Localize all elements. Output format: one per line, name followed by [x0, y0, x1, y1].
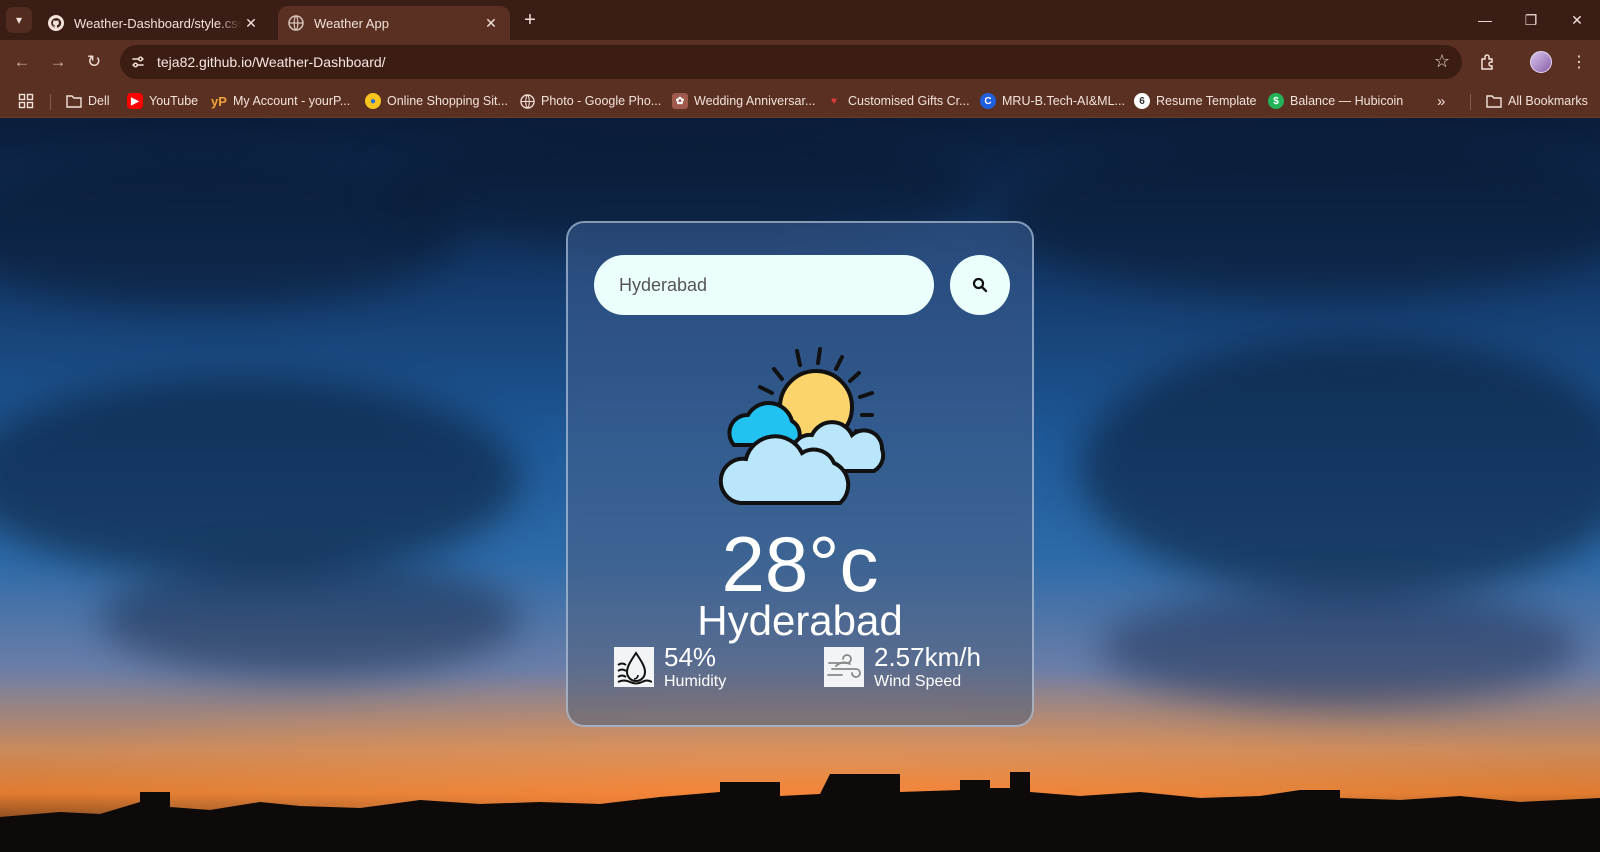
- city-skyline: [0, 772, 1600, 852]
- bookmark-label: Balance — Hubicoin: [1290, 94, 1404, 108]
- bookmark-label: Customised Gifts Cr...: [848, 94, 970, 108]
- wind-icon: [824, 647, 864, 687]
- bookmark-resume[interactable]: 6 Resume Template: [1134, 91, 1257, 111]
- hubicoin-icon: $: [1268, 93, 1284, 109]
- wind-value: 2.57km/h: [874, 642, 981, 672]
- cloud: [100, 558, 520, 678]
- site-info-icon[interactable]: [128, 52, 148, 72]
- forward-button[interactable]: →: [44, 48, 72, 76]
- folder-icon: [1486, 93, 1502, 109]
- cloud: [1100, 588, 1580, 708]
- gift-icon: ♥: [831, 95, 837, 107]
- more-bookmarks-icon[interactable]: »: [1437, 91, 1445, 111]
- bookmark-wedding[interactable]: ✿ Wedding Anniversar...: [672, 91, 815, 111]
- github-icon: [48, 15, 64, 31]
- bookmark-google-photos[interactable]: Photo - Google Pho...: [519, 91, 661, 111]
- bookmark-online-shopping[interactable]: ● Online Shopping Sit...: [365, 91, 508, 111]
- bookmark-label: MRU-B.Tech-AI&ML...: [1002, 94, 1125, 108]
- bookmark-hubicoin[interactable]: $ Balance — Hubicoin: [1268, 91, 1403, 111]
- tab-title: Weather-Dashboard/style.css at: [74, 15, 242, 31]
- bookmark-label: My Account - yourP...: [233, 94, 351, 108]
- bookmark-label: Photo - Google Pho...: [541, 94, 662, 108]
- close-window-button[interactable]: ✕: [1554, 0, 1600, 40]
- browser-toolbar: ← → ↻ teja82.github.io/Weather-Dashboard…: [0, 40, 1600, 84]
- bookmark-youtube[interactable]: ▶ YouTube: [127, 91, 198, 111]
- bookmark-my-account[interactable]: yP My Account - yourP...: [211, 91, 350, 111]
- folder-icon: [66, 93, 82, 109]
- weather-card: 28°c Hyderabad 54% Humidity 2.57km/h Win…: [566, 221, 1034, 727]
- bookmark-custom-gifts[interactable]: ♥ Customised Gifts Cr...: [826, 91, 970, 111]
- apps-icon[interactable]: [18, 91, 34, 111]
- wind-label: Wind Speed: [874, 673, 962, 690]
- new-tab-button[interactable]: +: [518, 8, 542, 32]
- wind-detail: 2.57km/h Wind Speed: [824, 643, 981, 691]
- cloud: [1080, 338, 1600, 598]
- bookmark-mru[interactable]: C MRU-B.Tech-AI&ML...: [980, 91, 1125, 111]
- minimize-button[interactable]: —: [1462, 0, 1508, 40]
- bookmark-star-icon[interactable]: ☆: [1434, 51, 1450, 72]
- humidity-icon: [614, 647, 654, 687]
- tab-weather-app[interactable]: Weather App ✕: [278, 6, 510, 40]
- c-icon: C: [980, 93, 996, 109]
- bookmark-label: Resume Template: [1156, 94, 1257, 108]
- address-bar[interactable]: teja82.github.io/Weather-Dashboard/ ☆: [120, 45, 1462, 79]
- bookmark-label: Online Shopping Sit...: [387, 94, 508, 108]
- reload-button[interactable]: ↻: [80, 48, 108, 76]
- shopping-icon: ●: [365, 93, 381, 109]
- yourpoint-icon: yP: [211, 93, 227, 109]
- partly-cloudy-icon: [718, 347, 886, 505]
- tab-github[interactable]: Weather-Dashboard/style.css at ✕: [38, 6, 270, 40]
- close-tab-icon[interactable]: ✕: [242, 14, 260, 32]
- divider: [1470, 94, 1471, 110]
- gift-icon: ✿: [672, 93, 688, 109]
- all-bookmarks-label: All Bookmarks: [1508, 94, 1588, 108]
- search-button[interactable]: [950, 255, 1010, 315]
- bookmark-label: Dell: [88, 94, 110, 108]
- city-search-input[interactable]: [594, 255, 934, 315]
- city-name: Hyderabad: [697, 597, 903, 644]
- humidity-label: Humidity: [664, 673, 727, 690]
- bookmarks-bar: Dell ▶ YouTube yP My Account - yourP... …: [0, 84, 1600, 118]
- resume-icon: 6: [1134, 93, 1150, 109]
- close-tab-icon[interactable]: ✕: [482, 14, 500, 32]
- humidity-detail: 54% Humidity: [614, 643, 726, 691]
- cloud: [0, 378, 520, 578]
- youtube-icon: ▶: [127, 93, 143, 109]
- profile-avatar[interactable]: [1530, 51, 1552, 73]
- tab-strip: ▾ Weather-Dashboard/style.css at ✕ Weath…: [0, 0, 1600, 40]
- back-button[interactable]: ←: [8, 48, 36, 76]
- menu-icon[interactable]: ⋮: [1565, 48, 1593, 76]
- humidity-value: 54%: [664, 642, 717, 672]
- page-background: 28°c Hyderabad 54% Humidity 2.57km/h Win…: [0, 118, 1600, 852]
- bookmark-label: Wedding Anniversar...: [694, 94, 816, 108]
- url-text: teja82.github.io/Weather-Dashboard/: [157, 54, 386, 70]
- bookmark-dell[interactable]: Dell: [66, 91, 110, 111]
- restore-button[interactable]: ❐: [1508, 0, 1554, 40]
- tab-search-button[interactable]: ▾: [6, 7, 32, 33]
- globe-icon: [288, 15, 304, 31]
- search-icon: [972, 277, 988, 293]
- all-bookmarks[interactable]: All Bookmarks: [1486, 91, 1588, 111]
- tab-title: Weather App: [314, 15, 389, 31]
- globe-icon: [519, 93, 535, 109]
- bookmark-label: YouTube: [149, 94, 199, 108]
- divider: [50, 94, 51, 110]
- extensions-icon[interactable]: [1474, 48, 1502, 76]
- cloud: [1000, 138, 1600, 298]
